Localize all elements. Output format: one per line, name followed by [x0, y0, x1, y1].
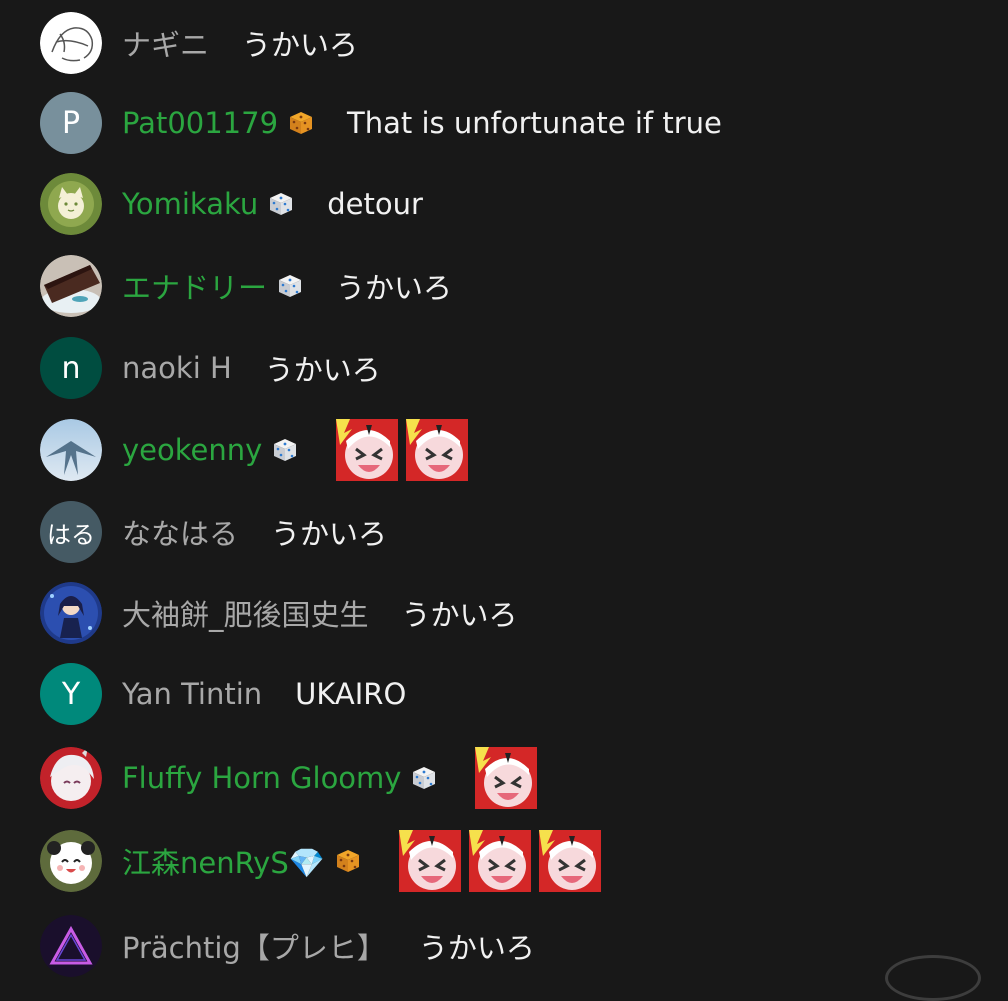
author-avatar[interactable]: はる [40, 501, 102, 563]
author-avatar[interactable]: Y [40, 663, 102, 725]
avatar-letter: n [61, 350, 81, 386]
author-name[interactable]: Yomikaku [122, 187, 258, 221]
author-avatar[interactable] [40, 12, 102, 74]
chat-message-row: Fluffy Horn Gloomy [0, 737, 1008, 819]
author-avatar[interactable] [40, 173, 102, 235]
author-avatar[interactable] [40, 582, 102, 644]
author-avatar[interactable]: P [40, 92, 102, 154]
author-avatar[interactable] [40, 915, 102, 977]
message-line: naoki H うかいろ [122, 327, 381, 409]
message-text: うかいろ [336, 271, 453, 305]
screaming-emote-icon [538, 830, 601, 892]
message-text: うかいろ [271, 517, 388, 551]
message-text: detour [327, 187, 423, 221]
message-emotes [398, 830, 609, 892]
message-text: UKAIRO [295, 677, 407, 711]
message-line: ななはる うかいろ [122, 491, 387, 573]
author-name[interactable]: Pat001179 [122, 106, 278, 140]
author-avatar[interactable] [40, 830, 102, 892]
chat-message-row: 大袖餅_肥後国史生 うかいろ [0, 572, 1008, 654]
message-emotes [336, 419, 476, 481]
chat-message-row: Yomikaku detour [0, 163, 1008, 245]
author-name[interactable]: yeokenny [122, 433, 262, 467]
message-text: うかいろ [242, 28, 359, 62]
white-dice-icon [272, 437, 298, 463]
avatar-letter: はる [47, 520, 95, 549]
message-line: Yomikaku detour [122, 163, 423, 245]
author-name[interactable]: Yan Tintin [122, 677, 262, 711]
white-dice-icon [268, 191, 294, 217]
message-line: Prächtig【プレヒ】 うかいろ [122, 905, 535, 987]
gold-dice-icon [335, 848, 361, 874]
author-name[interactable]: Prächtig【プレヒ】 [122, 925, 386, 967]
author-name[interactable]: naoki H [122, 351, 232, 385]
message-text: That is unfortunate if true [347, 106, 722, 140]
message-text: うかいろ [418, 931, 535, 965]
chat-message-row: ナギニ うかいろ [0, 2, 1008, 84]
author-name[interactable]: Fluffy Horn Gloomy [122, 761, 401, 795]
chat-message-row: P Pat001179 That is unfortunate if true [0, 82, 1008, 164]
author-name[interactable]: ナギニ [122, 22, 209, 64]
scroll-down-button[interactable] [885, 955, 981, 1001]
message-line: 大袖餅_肥後国史生 うかいろ [122, 572, 518, 654]
chat-message-row: エナドリー うかいろ [0, 245, 1008, 327]
message-line: yeokenny [122, 409, 476, 491]
gold-dice-icon [288, 110, 314, 136]
author-avatar[interactable]: n [40, 337, 102, 399]
avatar-letter: Y [61, 676, 81, 712]
message-emotes [475, 747, 545, 809]
chat-message-row: Y Yan Tintin UKAIRO [0, 653, 1008, 735]
screaming-emote-icon [475, 747, 538, 809]
message-line: 江森nenRyS💎 [122, 820, 609, 902]
chat-message-row: Prächtig【プレヒ】 うかいろ [0, 905, 1008, 987]
author-name[interactable]: 大袖餅_肥後国史生 [122, 592, 369, 634]
author-avatar[interactable] [40, 419, 102, 481]
chat-message-row: yeokenny [0, 409, 1008, 491]
author-avatar[interactable] [40, 255, 102, 317]
message-line: エナドリー うかいろ [122, 245, 452, 327]
screaming-emote-icon [336, 419, 399, 481]
author-name[interactable]: 江森nenRyS💎 [122, 840, 325, 882]
message-line: Pat001179 That is unfortunate if true [122, 82, 722, 164]
message-text: うかいろ [264, 353, 381, 387]
message-line: Fluffy Horn Gloomy [122, 737, 545, 819]
screaming-emote-icon [406, 419, 469, 481]
author-name[interactable]: エナドリー [122, 265, 267, 307]
white-dice-icon [411, 765, 437, 791]
avatar-letter: P [61, 105, 81, 141]
author-name[interactable]: ななはる [122, 511, 238, 553]
author-avatar[interactable] [40, 747, 102, 809]
message-text: うかいろ [401, 598, 518, 632]
message-line: Yan Tintin UKAIRO [122, 653, 406, 735]
white-dice-icon [277, 273, 303, 299]
message-line: ナギニ うかいろ [122, 2, 358, 84]
live-chat-list: ナギニ うかいろ P Pat001179 That is unfortunate if … [0, 0, 1008, 977]
screaming-emote-icon [468, 830, 531, 892]
chat-message-row: 江森nenRyS💎 [0, 820, 1008, 902]
screaming-emote-icon [398, 830, 461, 892]
chat-message-row: n naoki H うかいろ [0, 327, 1008, 409]
chat-message-row: はる ななはる うかいろ [0, 491, 1008, 573]
